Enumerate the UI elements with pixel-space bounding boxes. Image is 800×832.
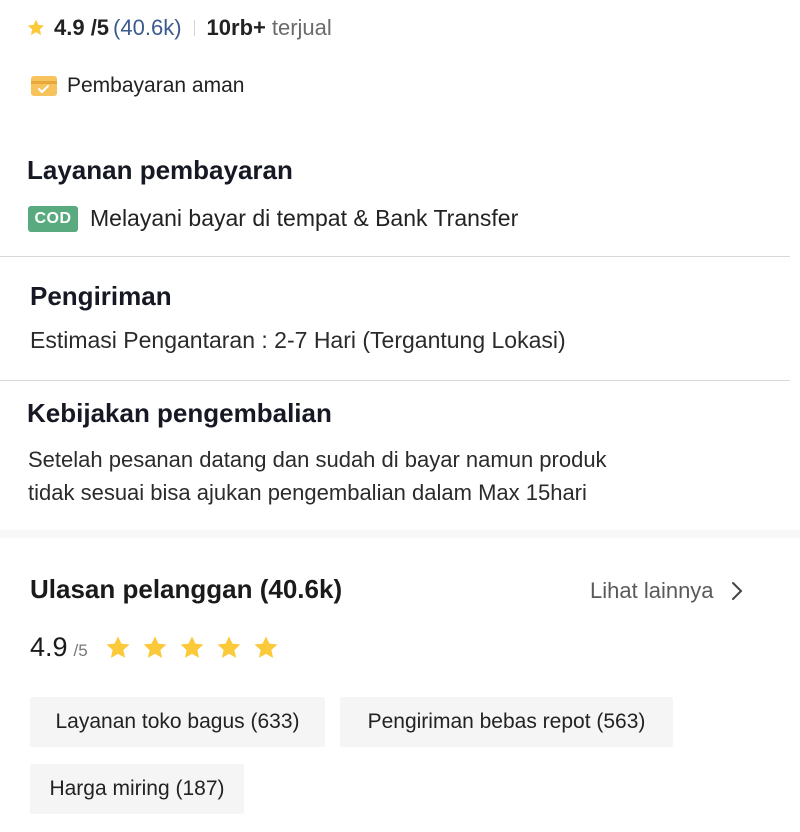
reviews-score-out-of: /5 [73,641,88,660]
sold-count: 10rb+ [206,15,266,40]
shipping-title: Pengiriman [30,281,172,311]
payment-methods: COD Melayani bayar di tempat & Bank Tran… [28,205,518,232]
reviews-score: 4.9 /5 [30,632,88,663]
rating-count[interactable]: (40.6k) [113,15,181,41]
secure-payment[interactable]: Pembayaran aman [30,72,244,100]
star-icon [254,636,278,658]
returns-line-1: Setelah pesanan datang dan sudah di baya… [28,447,607,472]
divider [0,380,790,381]
section-separator [0,530,800,538]
see-more-label: Lihat lainnya [590,578,714,603]
divider [0,256,790,257]
shipping-estimate: Estimasi Pengantaran : 2-7 Hari (Tergant… [30,327,566,353]
review-tag-chip[interactable]: Pengiriman bebas repot (563) [340,697,673,747]
star-icon [180,636,204,658]
chevron-right-icon [731,582,742,600]
payment-description: Melayani bayar di tempat & Bank Transfer [90,205,519,231]
rating-summary: 4.9 /5 (40.6k) 10rb+ terjual [26,12,332,44]
wallet-check-icon [31,76,57,96]
divider [193,20,195,36]
sold-label: terjual [271,15,332,40]
rating-score: 4.9 /5 [54,15,110,40]
reviews-score-value: 4.9 [30,632,68,662]
review-tag-label: Harga miring (187) [49,777,225,800]
payment-title: Layanan pembayaran [27,155,293,185]
secure-payment-label: Pembayaran aman [67,74,245,97]
review-tag-label: Layanan toko bagus (633) [55,710,300,733]
cod-badge: COD [28,205,78,232]
star-icon [143,636,167,658]
star-icon [27,19,45,36]
returns-title: Kebijakan pengembalian [27,398,332,428]
reviews-title: Ulasan pelanggan (40.6k) [30,574,343,604]
review-tag-label: Pengiriman bebas repot (563) [367,710,646,733]
see-more-link[interactable]: Lihat lainnya [590,578,744,604]
returns-line-2: tidak sesuai bisa ajukan pengembalian da… [28,480,587,505]
star-rating [104,634,289,662]
review-tag-chip[interactable]: Layanan toko bagus (633) [30,697,325,747]
review-tag-chip[interactable]: Harga miring (187) [30,764,244,814]
star-icon [106,636,130,658]
star-icon [217,636,241,658]
